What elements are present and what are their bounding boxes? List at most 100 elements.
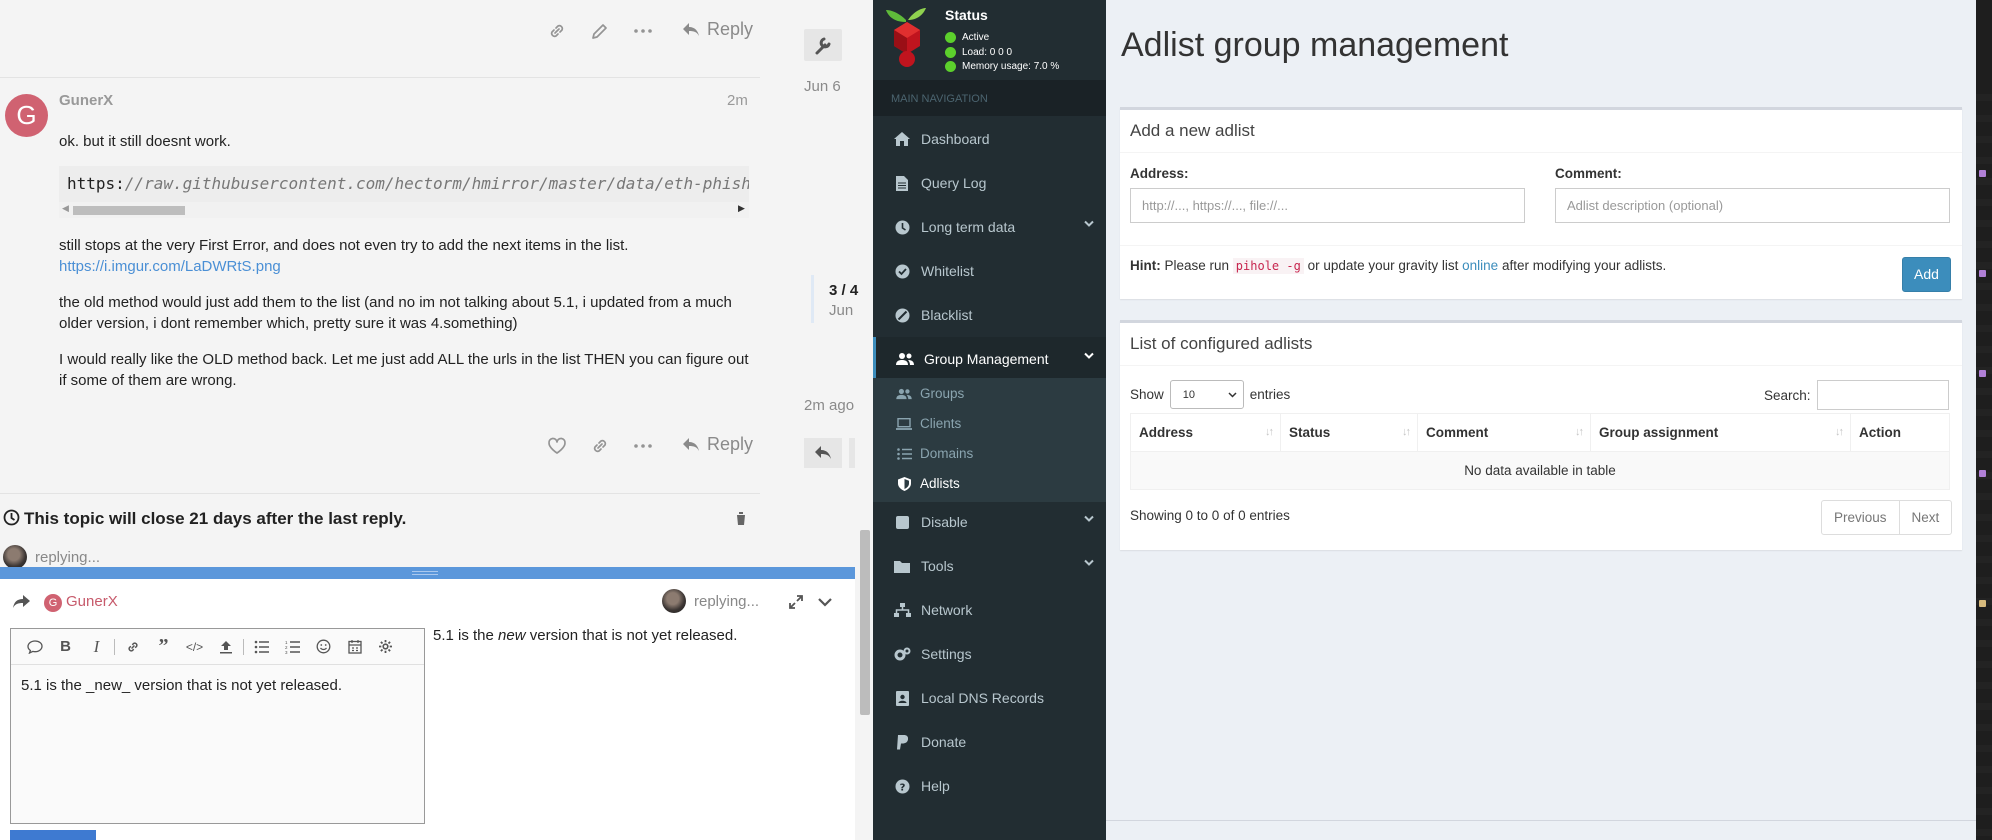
editor-box: B I ” </> 123 5.1 is the _new_ version t… bbox=[10, 628, 425, 824]
column-header-address[interactable]: Address ↓↑ bbox=[1130, 413, 1281, 452]
admin-wrench-button[interactable] bbox=[804, 29, 842, 61]
upload-icon[interactable] bbox=[210, 634, 241, 660]
italic-icon[interactable]: I bbox=[81, 634, 112, 660]
submit-reply-button[interactable] bbox=[10, 830, 96, 840]
next-button[interactable]: Next bbox=[1898, 501, 1952, 534]
nav-label: Tools bbox=[921, 558, 954, 574]
nav-domains[interactable]: Domains bbox=[896, 446, 973, 461]
editor-input[interactable]: 5.1 is the _new_ version that is not yet… bbox=[21, 677, 342, 694]
nav-query-log[interactable]: Query Log bbox=[873, 161, 1106, 205]
link-icon[interactable] bbox=[546, 20, 568, 42]
nav-clients[interactable]: Clients bbox=[896, 416, 961, 431]
status-active-label: Active bbox=[962, 32, 990, 43]
nav-groups[interactable]: Groups bbox=[896, 386, 964, 401]
code-text-url: //raw.githubusercontent.com/hectorm/hmir… bbox=[124, 174, 749, 193]
link-icon[interactable] bbox=[589, 435, 611, 457]
nav-label: Blacklist bbox=[921, 307, 973, 323]
avatar[interactable]: G bbox=[5, 94, 48, 137]
address-input[interactable]: http://..., https://..., file://... bbox=[1130, 188, 1525, 223]
topic-timer-notice: This topic will close 21 days after the … bbox=[24, 509, 407, 528]
column-header-status[interactable]: Status ↓↑ bbox=[1280, 413, 1418, 452]
calendar-icon[interactable] bbox=[339, 634, 370, 660]
numbered-list-icon[interactable]: 123 bbox=[277, 634, 308, 660]
timeline-ago[interactable]: 2m ago bbox=[804, 397, 854, 414]
post-age[interactable]: 2m bbox=[727, 92, 748, 109]
reply-button-top[interactable]: Reply bbox=[682, 19, 753, 40]
share-reply-icon[interactable] bbox=[13, 594, 31, 609]
column-header-comment[interactable]: Comment ↓↑ bbox=[1417, 413, 1591, 452]
expand-icon[interactable] bbox=[788, 594, 804, 610]
quote-icon[interactable]: ” bbox=[148, 634, 179, 660]
timeline-track[interactable] bbox=[811, 275, 814, 323]
scrollbar-thumb[interactable] bbox=[73, 206, 185, 215]
nav-help[interactable]: ? Help bbox=[873, 764, 1106, 808]
svg-text:3: 3 bbox=[285, 650, 288, 654]
trash-icon[interactable] bbox=[735, 511, 747, 526]
scroll-right-icon[interactable]: ▶ bbox=[738, 203, 745, 214]
network-icon bbox=[893, 603, 911, 617]
symbol-icon bbox=[1979, 370, 1986, 377]
nav-local-dns-records[interactable]: Local DNS Records bbox=[873, 676, 1106, 720]
group-management-submenu: Groups Clients Domains Adlists bbox=[873, 378, 1106, 502]
bullet-list-icon[interactable] bbox=[246, 634, 277, 660]
timeline-control[interactable] bbox=[849, 438, 855, 468]
nav-blacklist[interactable]: Blacklist bbox=[873, 293, 1106, 337]
reply-button[interactable]: Reply bbox=[682, 434, 753, 455]
link-icon[interactable] bbox=[117, 634, 148, 660]
bold-icon[interactable]: B bbox=[50, 634, 81, 660]
code-icon[interactable]: </> bbox=[179, 634, 210, 660]
sort-icon: ↓↑ bbox=[1835, 426, 1844, 438]
folder-icon bbox=[893, 560, 911, 573]
online-link[interactable]: online bbox=[1462, 258, 1498, 273]
nav-label: Clients bbox=[920, 416, 962, 431]
nav-tools[interactable]: Tools bbox=[873, 544, 1106, 588]
more-icon[interactable] bbox=[632, 435, 654, 457]
post-username[interactable]: GunerX bbox=[59, 92, 113, 109]
toolbar-divider bbox=[114, 638, 115, 655]
timeline-date[interactable]: Jun bbox=[829, 302, 853, 319]
composer-resize-handle[interactable] bbox=[0, 567, 855, 579]
nav-adlists[interactable]: Adlists bbox=[896, 476, 960, 491]
status-dot-icon bbox=[945, 61, 956, 72]
symbol-icon bbox=[1979, 270, 1986, 277]
reply-to-user[interactable]: GunerX bbox=[66, 593, 118, 610]
comment-input[interactable]: Adlist description (optional) bbox=[1555, 188, 1950, 223]
add-button[interactable]: Add bbox=[1902, 257, 1951, 292]
column-header-group-assignment[interactable]: Group assignment ↓↑ bbox=[1590, 413, 1851, 452]
nav-label: Help bbox=[921, 778, 950, 794]
pihole-content: Adlist group management Add a new adlist… bbox=[1106, 0, 1976, 840]
hint-text-part: after modifying your adlists. bbox=[1498, 258, 1667, 273]
previous-button[interactable]: Previous bbox=[1822, 501, 1899, 534]
nav-settings[interactable]: Settings bbox=[873, 632, 1106, 676]
chevron-down-icon bbox=[1084, 352, 1094, 359]
edit-icon[interactable] bbox=[589, 20, 611, 42]
post-text: I would really like the OLD method back.… bbox=[59, 351, 749, 368]
nav-label: Adlists bbox=[920, 476, 960, 491]
scroll-left-icon[interactable]: ◀ bbox=[62, 203, 69, 214]
nav-whitelist[interactable]: Whitelist bbox=[873, 249, 1106, 293]
page-length-select[interactable]: 10 bbox=[1169, 380, 1244, 409]
timeline-position[interactable]: 3 / 4 bbox=[829, 282, 858, 299]
nav-network[interactable]: Network bbox=[873, 588, 1106, 632]
nav-dashboard[interactable]: Dashboard bbox=[873, 117, 1106, 161]
post-link[interactable]: https://i.imgur.com/LaDWRtS.png bbox=[59, 256, 281, 277]
emoji-icon[interactable] bbox=[308, 634, 339, 660]
nav-label: Group Management bbox=[924, 351, 1049, 367]
more-icon[interactable] bbox=[632, 20, 654, 42]
search-input[interactable] bbox=[1816, 380, 1949, 410]
nav-long-term-data[interactable]: Long term data bbox=[873, 205, 1106, 249]
chat-bubble-icon[interactable] bbox=[19, 634, 50, 660]
like-icon[interactable] bbox=[546, 435, 568, 457]
gear-icon[interactable] bbox=[370, 634, 401, 660]
nav-disable[interactable]: Disable bbox=[873, 500, 1106, 544]
address-book-icon bbox=[893, 690, 911, 706]
horizontal-scrollbar[interactable]: ◀ ▶ bbox=[59, 202, 749, 218]
chevron-down-icon[interactable] bbox=[817, 596, 833, 608]
nav-group-management[interactable]: Group Management bbox=[873, 337, 1106, 381]
timeline-reply-button[interactable] bbox=[804, 438, 842, 468]
timeline-date-top[interactable]: Jun 6 bbox=[804, 78, 841, 95]
page-scrollbar[interactable] bbox=[860, 530, 870, 715]
nav-donate[interactable]: Donate bbox=[873, 720, 1106, 764]
reply-icon bbox=[683, 22, 699, 36]
laptop-icon bbox=[896, 417, 912, 430]
